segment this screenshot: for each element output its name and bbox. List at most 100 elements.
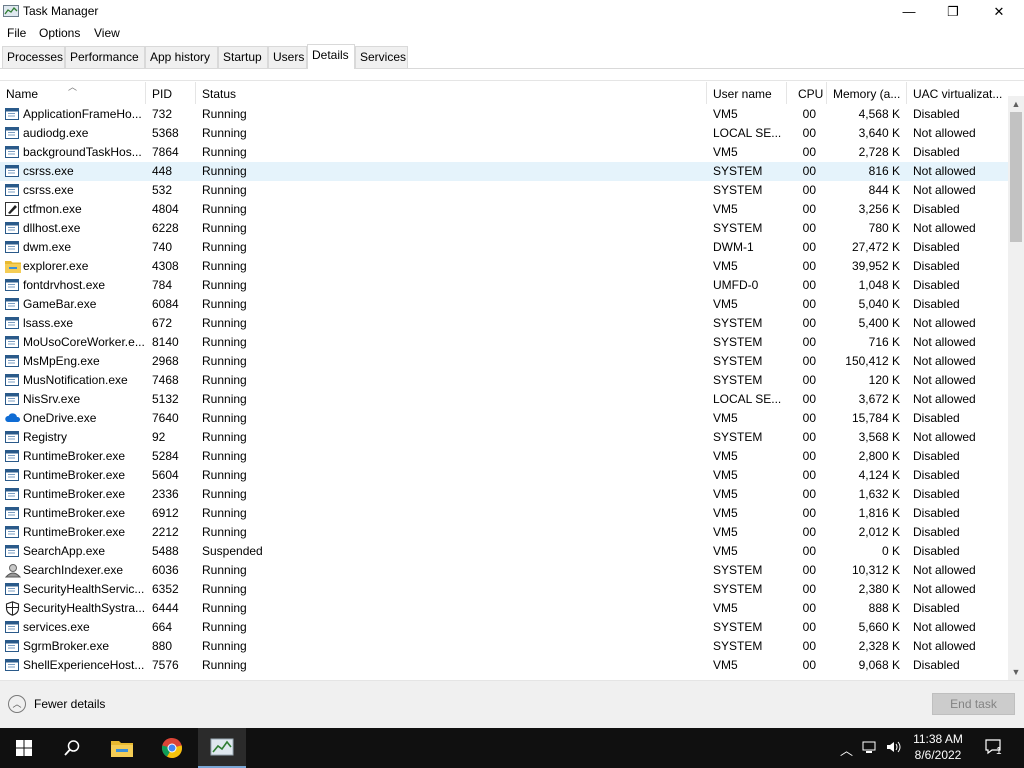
cell-process-name: lsass.exe [23,316,74,330]
window-icon [5,145,20,159]
column-header-pid[interactable]: PID [146,82,196,104]
table-row[interactable]: SgrmBroker.exe 880 Running SYSTEM 00 2,328 K N… [0,637,1008,656]
table-row[interactable]: lsass.exe 672 Running SYSTEM 00 5,400 K Not al… [0,314,1008,333]
table-row[interactable]: GameBar.exe 6084 Running VM5 00 5,040 K Disabl… [0,295,1008,314]
table-row[interactable]: fontdrvhost.exe 784 Running UMFD-0 00 1,048 K… [0,276,1008,295]
cell-pid: 7576 [152,658,179,672]
cell-cpu: 00 [802,601,816,615]
table-row[interactable]: csrss.exe 448 Running SYSTEM 00 816 K Not allo… [0,162,1008,181]
window-icon [5,487,20,501]
scroll-down-icon[interactable]: ▼ [1008,664,1024,680]
cell-user-name: LOCAL SE... [713,126,782,140]
table-row[interactable]: csrss.exe 532 Running SYSTEM 00 844 K Not allo… [0,181,1008,200]
cell-pid: 6352 [152,582,179,596]
table-row[interactable]: MoUsoCoreWorker.e... 8140 Running SYSTEM 00 7… [0,333,1008,352]
cell-cpu: 00 [802,202,816,216]
network-icon[interactable] [862,740,878,757]
volume-icon[interactable] [886,740,902,757]
window-icon [5,658,20,672]
table-row[interactable]: OneDrive.exe 7640 Running VM5 00 15,784 K Disa… [0,409,1008,428]
cell-status: Running [202,582,247,596]
system-clock[interactable]: 11:38 AM 8/6/2022 [908,731,968,763]
folder-icon [111,741,133,757]
scroll-up-icon[interactable]: ▲ [1008,96,1024,112]
cell-status: Running [202,620,247,634]
table-row[interactable]: services.exe 664 Running SYSTEM 00 5,660 K Not… [0,618,1008,637]
scrollbar-thumb[interactable] [1010,112,1022,242]
column-header-status[interactable]: Status [196,82,707,104]
cell-memory: 888 K [868,601,900,615]
table-row[interactable]: explorer.exe 4308 Running VM5 00 39,952 K Disa… [0,257,1008,276]
table-row[interactable]: SearchIndexer.exe 6036 Running SYSTEM 00 10,3… [0,561,1008,580]
table-row[interactable]: backgroundTaskHos... 7864 Running VM5 00 2,72… [0,143,1008,162]
cell-uac-virtualization: Disabled [913,145,960,159]
cell-user-name: SYSTEM [713,639,763,653]
tab-services[interactable]: Services [355,46,408,68]
table-row[interactable]: ShellExperienceHost.... 7576 Running VM5 00 9… [0,656,1008,675]
table-row[interactable]: RuntimeBroker.exe 5604 Running VM5 00 4,124 K… [0,466,1008,485]
cell-memory: 27,472 K [851,240,900,254]
table-row[interactable]: RuntimeBroker.exe 5284 Running VM5 00 2,800 K… [0,447,1008,466]
cell-pid: 8140 [152,335,179,349]
cell-status: Running [202,126,247,140]
restore-button[interactable]: ❐ [930,0,976,23]
tab-details[interactable]: Details [307,44,355,69]
tab-startup[interactable]: Startup [218,46,268,68]
table-row[interactable]: Registry 92 Running SYSTEM 00 3,568 K Not allo… [0,428,1008,447]
cell-process-name: Registry [23,430,68,444]
chevron-up-circle-icon[interactable]: ︿ [8,695,26,713]
menu-options[interactable]: Options [39,26,80,40]
cell-process-name: explorer.exe [23,259,89,273]
minimize-button[interactable]: — [886,0,932,23]
cell-cpu: 00 [802,354,816,368]
cell-uac-virtualization: Not allowed [913,582,976,596]
vertical-scrollbar[interactable]: ▲ ▼ [1008,96,1024,680]
table-row[interactable]: MsMpEng.exe 2968 Running SYSTEM 00 150,412 K N… [0,352,1008,371]
table-row[interactable]: dllhost.exe 6228 Running SYSTEM 00 780 K Not a… [0,219,1008,238]
column-header-cpu[interactable]: CPU [787,82,827,104]
close-button[interactable]: ✕ [976,0,1022,23]
table-row[interactable]: RuntimeBroker.exe 6912 Running VM5 00 1,816 K… [0,504,1008,523]
file-explorer-button[interactable] [98,728,146,768]
task-manager-taskbar-button[interactable] [198,728,246,768]
tab-performance[interactable]: Performance [65,46,145,68]
tab-users[interactable]: Users [268,46,307,68]
fewer-details-link[interactable]: Fewer details [34,697,105,711]
cell-status: Running [202,430,247,444]
chrome-button[interactable] [148,728,196,768]
cell-pid: 6912 [152,506,179,520]
window-icon [5,373,20,387]
table-row[interactable]: SecurityHealthServic... 6352 Running SYSTEM… [0,580,1008,599]
table-row[interactable]: audiodg.exe 5368 Running LOCAL SE... 00 3,640… [0,124,1008,143]
table-row[interactable]: MusNotification.exe 7468 Running SYSTEM 00 12… [0,371,1008,390]
table-row[interactable]: SecurityHealthSystra... 6444 Running VM5 00 8… [0,599,1008,618]
tab-app-history[interactable]: App history [145,46,218,68]
tab-processes[interactable]: Processes [2,46,65,68]
table-row[interactable]: NisSrv.exe 5132 Running LOCAL SE... 00 3,672 … [0,390,1008,409]
table-row[interactable]: RuntimeBroker.exe 2336 Running VM5 00 1,632 K… [0,485,1008,504]
search-button[interactable] [48,728,96,768]
cell-memory: 2,012 K [858,525,900,539]
table-row[interactable]: SearchApp.exe 5488 Suspended VM5 00 0 K Disabl… [0,542,1008,561]
column-header-memory[interactable]: Memory (a... [827,82,907,104]
table-row[interactable]: ApplicationFrameHo... 732 Running VM5 00 4,56… [0,105,1008,124]
table-row[interactable]: dwm.exe 740 Running DWM-1 00 27,472 K Disabled [0,238,1008,257]
window-icon [5,316,20,330]
column-header-name[interactable]: Name ︿ [0,82,146,104]
end-task-button[interactable]: End task [932,693,1015,715]
cell-cpu: 00 [802,164,816,178]
table-row[interactable]: RuntimeBroker.exe 2212 Running VM5 00 2,012 K… [0,523,1008,542]
column-header-user-name[interactable]: User name [707,82,787,104]
cell-status: Running [202,183,247,197]
column-header-uac[interactable]: UAC virtualizat... [907,82,1008,104]
menu-view[interactable]: View [94,26,120,40]
cell-user-name: SYSTEM [713,164,763,178]
start-button[interactable] [0,728,48,768]
cell-memory: 1,816 K [858,506,900,520]
show-hidden-icons-chevron-icon[interactable]: ︿ [840,740,853,759]
cell-status: Running [202,449,247,463]
cell-process-name: MusNotification.exe [23,373,128,387]
table-row[interactable]: ctfmon.exe 4804 Running VM5 00 3,256 K Disable… [0,200,1008,219]
cell-uac-virtualization: Disabled [913,240,960,254]
menu-file[interactable]: File [7,26,26,40]
